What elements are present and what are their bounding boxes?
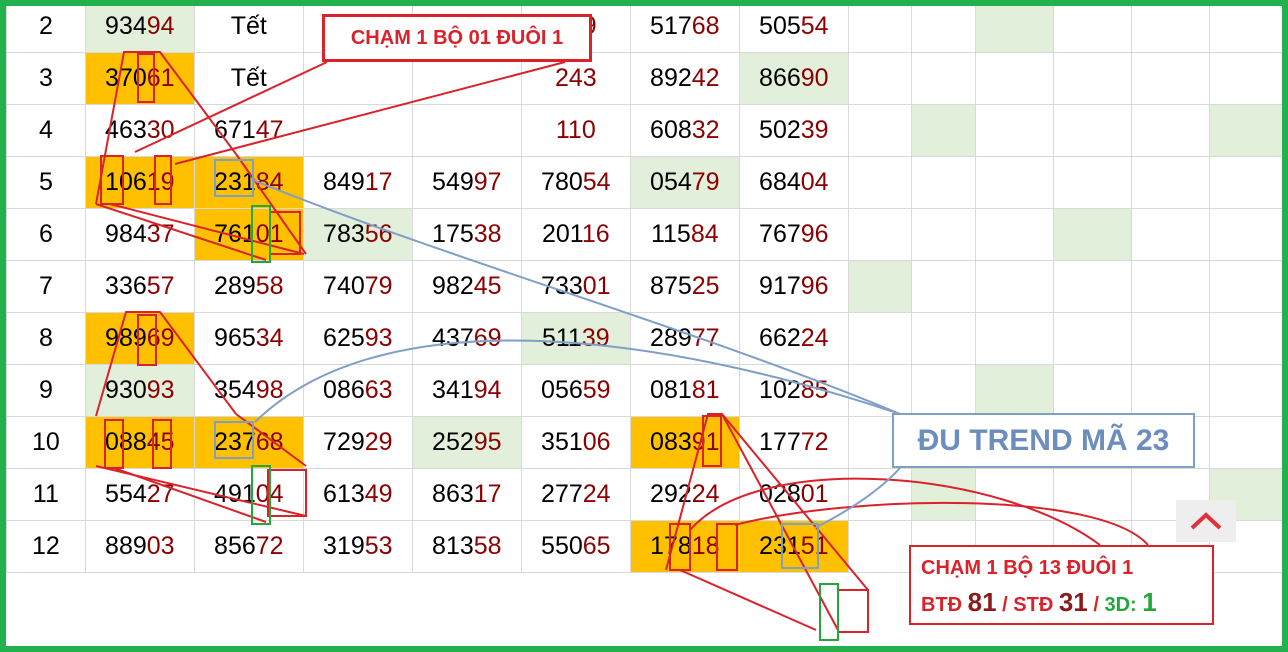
marker-box (104, 419, 124, 469)
marker-box (837, 589, 869, 633)
trend-curve (252, 179, 901, 415)
3d-value: 1 (1142, 587, 1157, 617)
trend-line (134, 61, 328, 153)
trend-line (113, 467, 267, 523)
3d-label: 3D: (1104, 594, 1137, 616)
marker-box (781, 523, 819, 569)
marker-box (716, 523, 738, 571)
marker-box (269, 211, 301, 255)
trend-annotation-label: ĐU TREND MÃ 23 (892, 413, 1195, 468)
separator: / (1093, 594, 1099, 616)
scroll-top-button[interactable] (1176, 500, 1236, 542)
trend-curve (254, 339, 901, 423)
trend-line (95, 311, 237, 417)
marker-box (154, 155, 172, 205)
marker-box (137, 314, 157, 366)
marker-box (214, 159, 254, 197)
btd-value: 81 (967, 587, 997, 617)
top-annotation-label: CHẠM 1 BỘ 01 ĐUÔI 1 (322, 14, 592, 62)
trend-line (721, 413, 869, 591)
trend-curve (689, 477, 1101, 546)
marker-box (251, 205, 271, 263)
trend-line (679, 569, 817, 631)
marker-box (214, 421, 254, 459)
chevron-up-icon (1190, 512, 1222, 530)
marker-box (137, 53, 155, 103)
btd-label: BTĐ (921, 594, 963, 616)
trend-line (174, 61, 566, 165)
std-value: 31 (1058, 587, 1088, 617)
std-label: / STĐ (1002, 594, 1054, 616)
marker-box (152, 419, 172, 469)
trend-line (95, 203, 267, 261)
bottom-annotation-line2: BTĐ 81 / STĐ 31 / 3D: 1 (921, 587, 1157, 618)
bottom-annotation-box: CHẠM 1 BỘ 13 ĐUÔI 1 BTĐ 81 / STĐ 31 / 3D… (909, 545, 1214, 625)
trend-curve (814, 467, 901, 529)
bottom-annotation-line1: CHẠM 1 BỘ 13 ĐUÔI 1 (921, 557, 1134, 579)
